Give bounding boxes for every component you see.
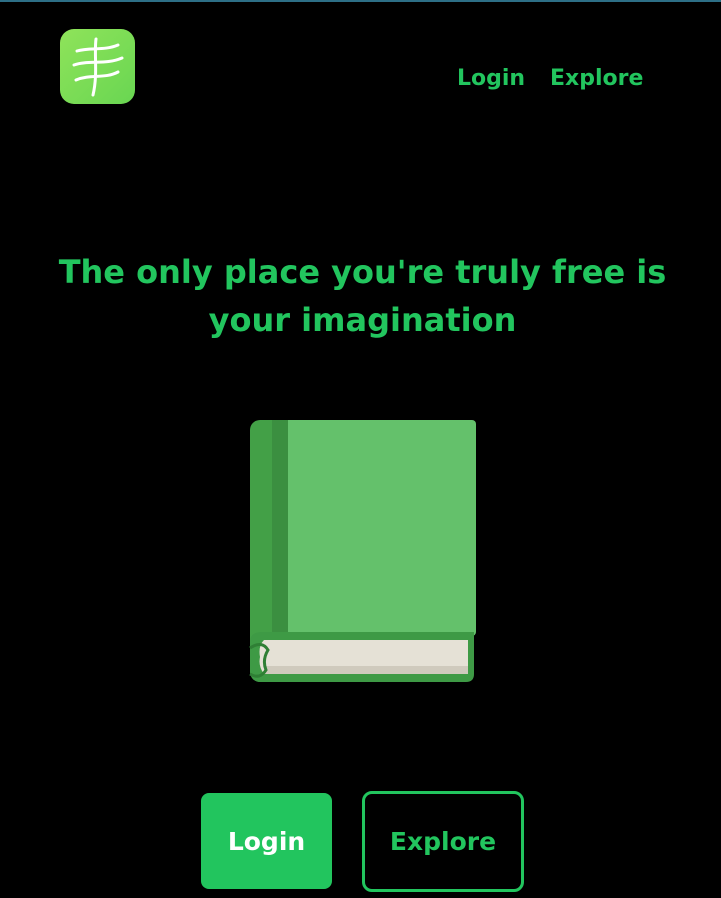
app-logo[interactable] (60, 29, 135, 104)
green-book-icon (249, 420, 476, 682)
nav-login-link[interactable]: Login (457, 64, 525, 94)
logo-glyph-icon (72, 37, 124, 97)
nav-explore-link[interactable]: Explore (550, 64, 643, 94)
login-button[interactable]: Login (201, 793, 332, 889)
explore-button[interactable]: Explore (362, 791, 524, 892)
hero-headline: The only place you're truly free is your… (58, 253, 667, 339)
window-top-border (0, 0, 721, 2)
